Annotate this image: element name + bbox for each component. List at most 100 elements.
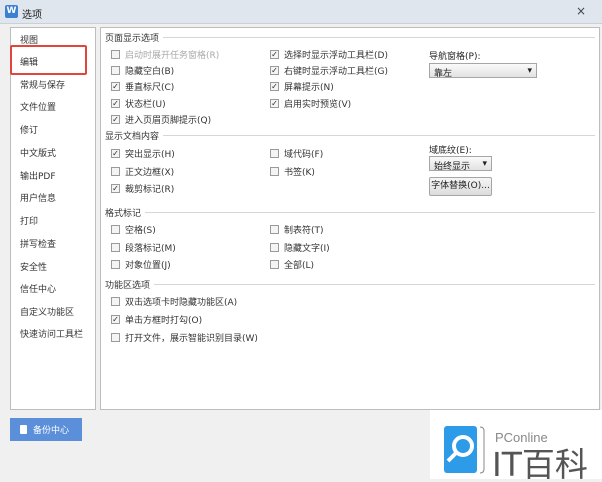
checkbox-option[interactable]: ✓ 单击方框时打勾(O) — [111, 313, 202, 326]
checkbox-option[interactable]: 打开文件，展示智能识别目录(W) — [111, 331, 258, 344]
options-panel — [100, 27, 600, 410]
checkbox-unchecked-icon[interactable] — [270, 166, 279, 176]
title-bar — [0, 0, 602, 24]
section-title: 显示文档内容 — [105, 129, 164, 142]
section-title: 页面显示选项 — [105, 31, 164, 44]
checkbox-option[interactable]: 段落标记(M) — [111, 241, 176, 254]
checkbox-label: 右键时显示浮动工具栏(G) — [284, 67, 388, 78]
checkbox-unchecked-icon[interactable] — [270, 149, 279, 158]
sidebar-item[interactable]: 打印 — [20, 214, 38, 227]
backup-center-button[interactable]: 备份中心 — [10, 418, 82, 441]
sidebar-item[interactable]: 自定义功能区 — [20, 305, 74, 318]
checkbox-checked-icon[interactable]: ✓ — [270, 66, 279, 76]
checkbox-unchecked-icon[interactable] — [111, 66, 120, 76]
checkbox-unchecked-icon[interactable] — [111, 50, 120, 59]
sidebar-item[interactable]: 编辑 — [20, 55, 38, 68]
checkbox-label: 隐藏文字(I) — [284, 243, 330, 254]
sidebar-item[interactable]: 信任中心 — [20, 282, 56, 295]
checkbox-label: 全部(L) — [284, 261, 315, 271]
checkbox-label: 空格(S) — [125, 226, 156, 236]
checkbox-unchecked-icon[interactable] — [111, 225, 120, 234]
checkbox-unchecked-icon[interactable] — [111, 242, 120, 252]
shading-select[interactable]: 始终显示 ▾ — [429, 156, 492, 172]
checkbox-option[interactable]: 全部(L) — [270, 258, 314, 271]
section-title: 格式标记 — [105, 206, 146, 219]
sidebar-item[interactable]: 拼写检查 — [20, 237, 56, 250]
checkbox-option[interactable]: 隐藏文字(I) — [270, 241, 330, 254]
checkbox-checked-icon[interactable]: ✓ — [270, 82, 279, 92]
checkbox-option[interactable]: 域代码(F) — [270, 147, 323, 160]
section-title: 功能区选项 — [105, 278, 155, 291]
checkbox-label: 书签(K) — [284, 167, 315, 178]
sidebar-item[interactable]: 中文版式 — [20, 146, 56, 159]
checkbox-option[interactable]: ✓ 状态栏(U) — [111, 97, 166, 110]
checkbox-label: 裁剪标记(R) — [125, 185, 175, 195]
checkbox-checked-icon[interactable]: ✓ — [111, 315, 120, 324]
svg-text:IT百科: IT百科 — [492, 445, 588, 479]
checkbox-option[interactable]: 启动时展开任务窗格(R) — [111, 48, 219, 61]
checkbox-label: 对象位置(J) — [125, 261, 171, 271]
watermark-logo: PConline IT百科 — [430, 410, 602, 482]
sidebar-item[interactable]: 视图 — [20, 33, 38, 46]
checkbox-option[interactable]: ✓ 屏幕提示(N) — [270, 80, 334, 93]
checkbox-option[interactable]: 对象位置(J) — [111, 258, 171, 271]
sidebar-item[interactable]: 文件位置 — [20, 100, 56, 113]
checkbox-option[interactable]: ✓ 裁剪标记(R) — [111, 182, 174, 195]
checkbox-unchecked-icon[interactable] — [270, 225, 279, 234]
backup-icon — [20, 425, 27, 434]
checkbox-unchecked-icon[interactable] — [111, 333, 120, 342]
checkbox-option[interactable]: ✓ 突出显示(H) — [111, 147, 175, 160]
sidebar-item[interactable]: 用户信息 — [20, 191, 56, 204]
checkbox-option[interactable]: ✓ 进入页眉页脚提示(Q) — [111, 113, 211, 126]
svg-text:PConline: PConline — [495, 430, 548, 445]
checkbox-option[interactable]: 隐藏空白(B) — [111, 64, 174, 77]
close-icon[interactable]: × — [576, 4, 586, 18]
sidebar-item[interactable]: 常规与保存 — [20, 78, 65, 91]
nav-pane-value: 靠左 — [434, 69, 453, 79]
checkbox-label: 制表符(T) — [284, 226, 324, 236]
nav-pane-select[interactable]: 靠左 ▾ — [429, 63, 537, 79]
checkbox-checked-icon[interactable]: ✓ — [111, 149, 120, 158]
checkbox-option[interactable]: 书签(K) — [270, 165, 315, 178]
checkbox-unchecked-icon[interactable] — [270, 260, 279, 269]
checkbox-checked-icon[interactable]: ✓ — [270, 50, 279, 59]
sidebar-item[interactable]: 输出PDF — [20, 169, 56, 182]
checkbox-option[interactable]: ✓ 垂直标尺(C) — [111, 80, 174, 93]
shading-value: 始终显示 — [434, 162, 471, 172]
checkbox-unchecked-icon[interactable] — [111, 166, 120, 176]
checkbox-option[interactable]: 正文边框(X) — [111, 165, 174, 178]
checkbox-label: 屏幕提示(N) — [284, 83, 334, 94]
checkbox-option[interactable]: 制表符(T) — [270, 223, 324, 236]
checkbox-option[interactable]: 双击选项卡时隐藏功能区(A) — [111, 295, 237, 308]
checkbox-unchecked-icon[interactable] — [270, 242, 279, 252]
checkbox-unchecked-icon[interactable] — [111, 260, 120, 269]
checkbox-label: 进入页眉页脚提示(Q) — [125, 115, 212, 126]
checkbox-checked-icon[interactable]: ✓ — [270, 98, 279, 108]
checkbox-checked-icon[interactable]: ✓ — [111, 82, 120, 92]
checkbox-checked-icon[interactable]: ✓ — [111, 114, 120, 124]
font-replace-button[interactable]: 字体替换(O)... — [429, 177, 492, 196]
backup-label: 备份中心 — [33, 426, 70, 436]
checkbox-option[interactable]: ✓ 启用实时预览(V) — [270, 97, 351, 110]
checkbox-label: 垂直标尺(C) — [125, 83, 175, 94]
sidebar-item[interactable]: 修订 — [20, 123, 38, 136]
chevron-down-icon: ▾ — [482, 159, 487, 169]
checkbox-label: 打开文件，展示智能识别目录(W) — [125, 334, 258, 344]
section-divider — [105, 37, 595, 38]
checkbox-option[interactable]: 空格(S) — [111, 223, 156, 236]
checkbox-label: 状态栏(U) — [125, 99, 166, 110]
checkbox-option[interactable]: ✓ 选择时显示浮动工具栏(D) — [270, 48, 388, 61]
checkbox-label: 启用实时预览(V) — [284, 99, 352, 110]
checkbox-option[interactable]: ✓ 右键时显示浮动工具栏(G) — [270, 64, 388, 77]
checkbox-checked-icon[interactable]: ✓ — [111, 98, 120, 108]
sidebar-item[interactable]: 快速访问工具栏 — [20, 327, 83, 340]
checkbox-label: 隐藏空白(B) — [125, 67, 175, 78]
chevron-down-icon: ▾ — [527, 66, 532, 76]
checkbox-label: 段落标记(M) — [125, 243, 176, 254]
checkbox-unchecked-icon[interactable] — [111, 297, 120, 306]
sidebar-item[interactable]: 安全性 — [20, 260, 47, 273]
app-icon: W — [5, 5, 18, 18]
checkbox-label: 单击方框时打勾(O) — [125, 316, 203, 326]
checkbox-checked-icon[interactable]: ✓ — [111, 184, 120, 193]
checkbox-label: 正文边框(X) — [125, 167, 175, 178]
